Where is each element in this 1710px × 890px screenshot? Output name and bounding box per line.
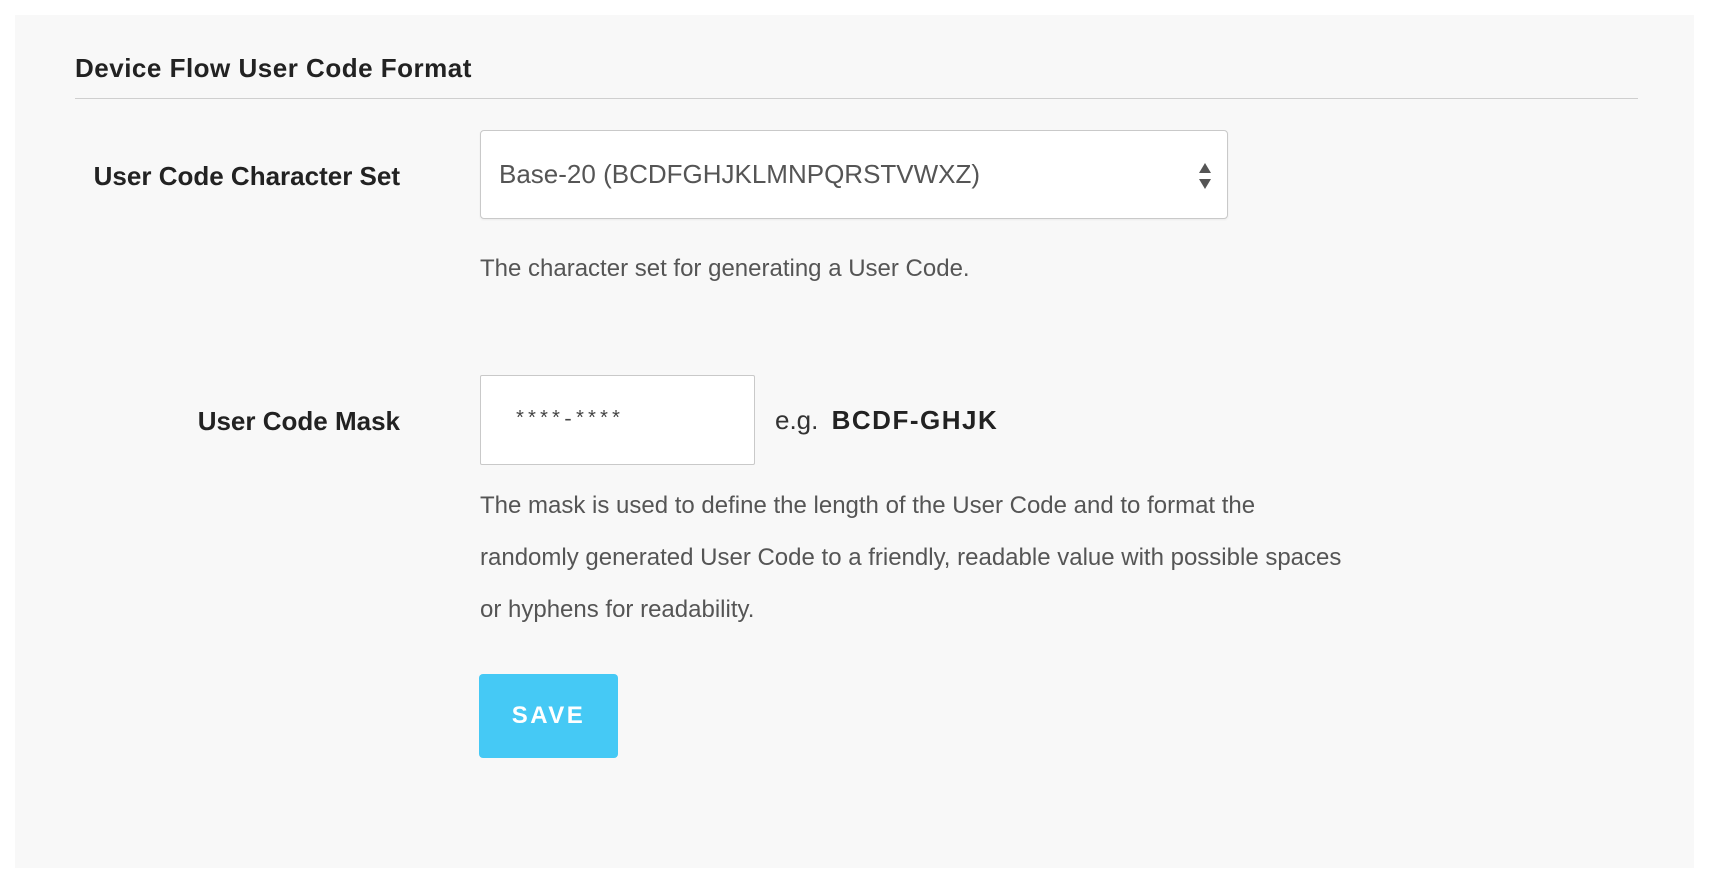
charset-select-value: Base-20 (BCDFGHJKLMNPQRSTVWXZ): [499, 159, 981, 189]
example-prefix: e.g.: [775, 405, 819, 435]
section-divider: [75, 98, 1638, 99]
save-button[interactable]: SAVE: [479, 674, 618, 758]
mask-input[interactable]: [480, 375, 755, 465]
charset-help-text: The character set for generating a User …: [480, 255, 970, 282]
mask-label: User Code Mask: [197, 406, 400, 436]
section-title: Device Flow User Code Format: [75, 53, 472, 83]
mask-example: e.g. BCDF-GHJK: [775, 405, 998, 436]
charset-select[interactable]: Base-20 (BCDFGHJKLMNPQRSTVWXZ): [480, 130, 1228, 219]
example-code: BCDF-GHJK: [831, 405, 999, 435]
charset-label: User Code Character Set: [93, 161, 400, 191]
mask-help-text: The mask is used to define the length of…: [480, 492, 1342, 623]
settings-panel: Device Flow User Code Format User Code C…: [15, 15, 1694, 868]
sort-arrows-icon: [1197, 161, 1213, 191]
